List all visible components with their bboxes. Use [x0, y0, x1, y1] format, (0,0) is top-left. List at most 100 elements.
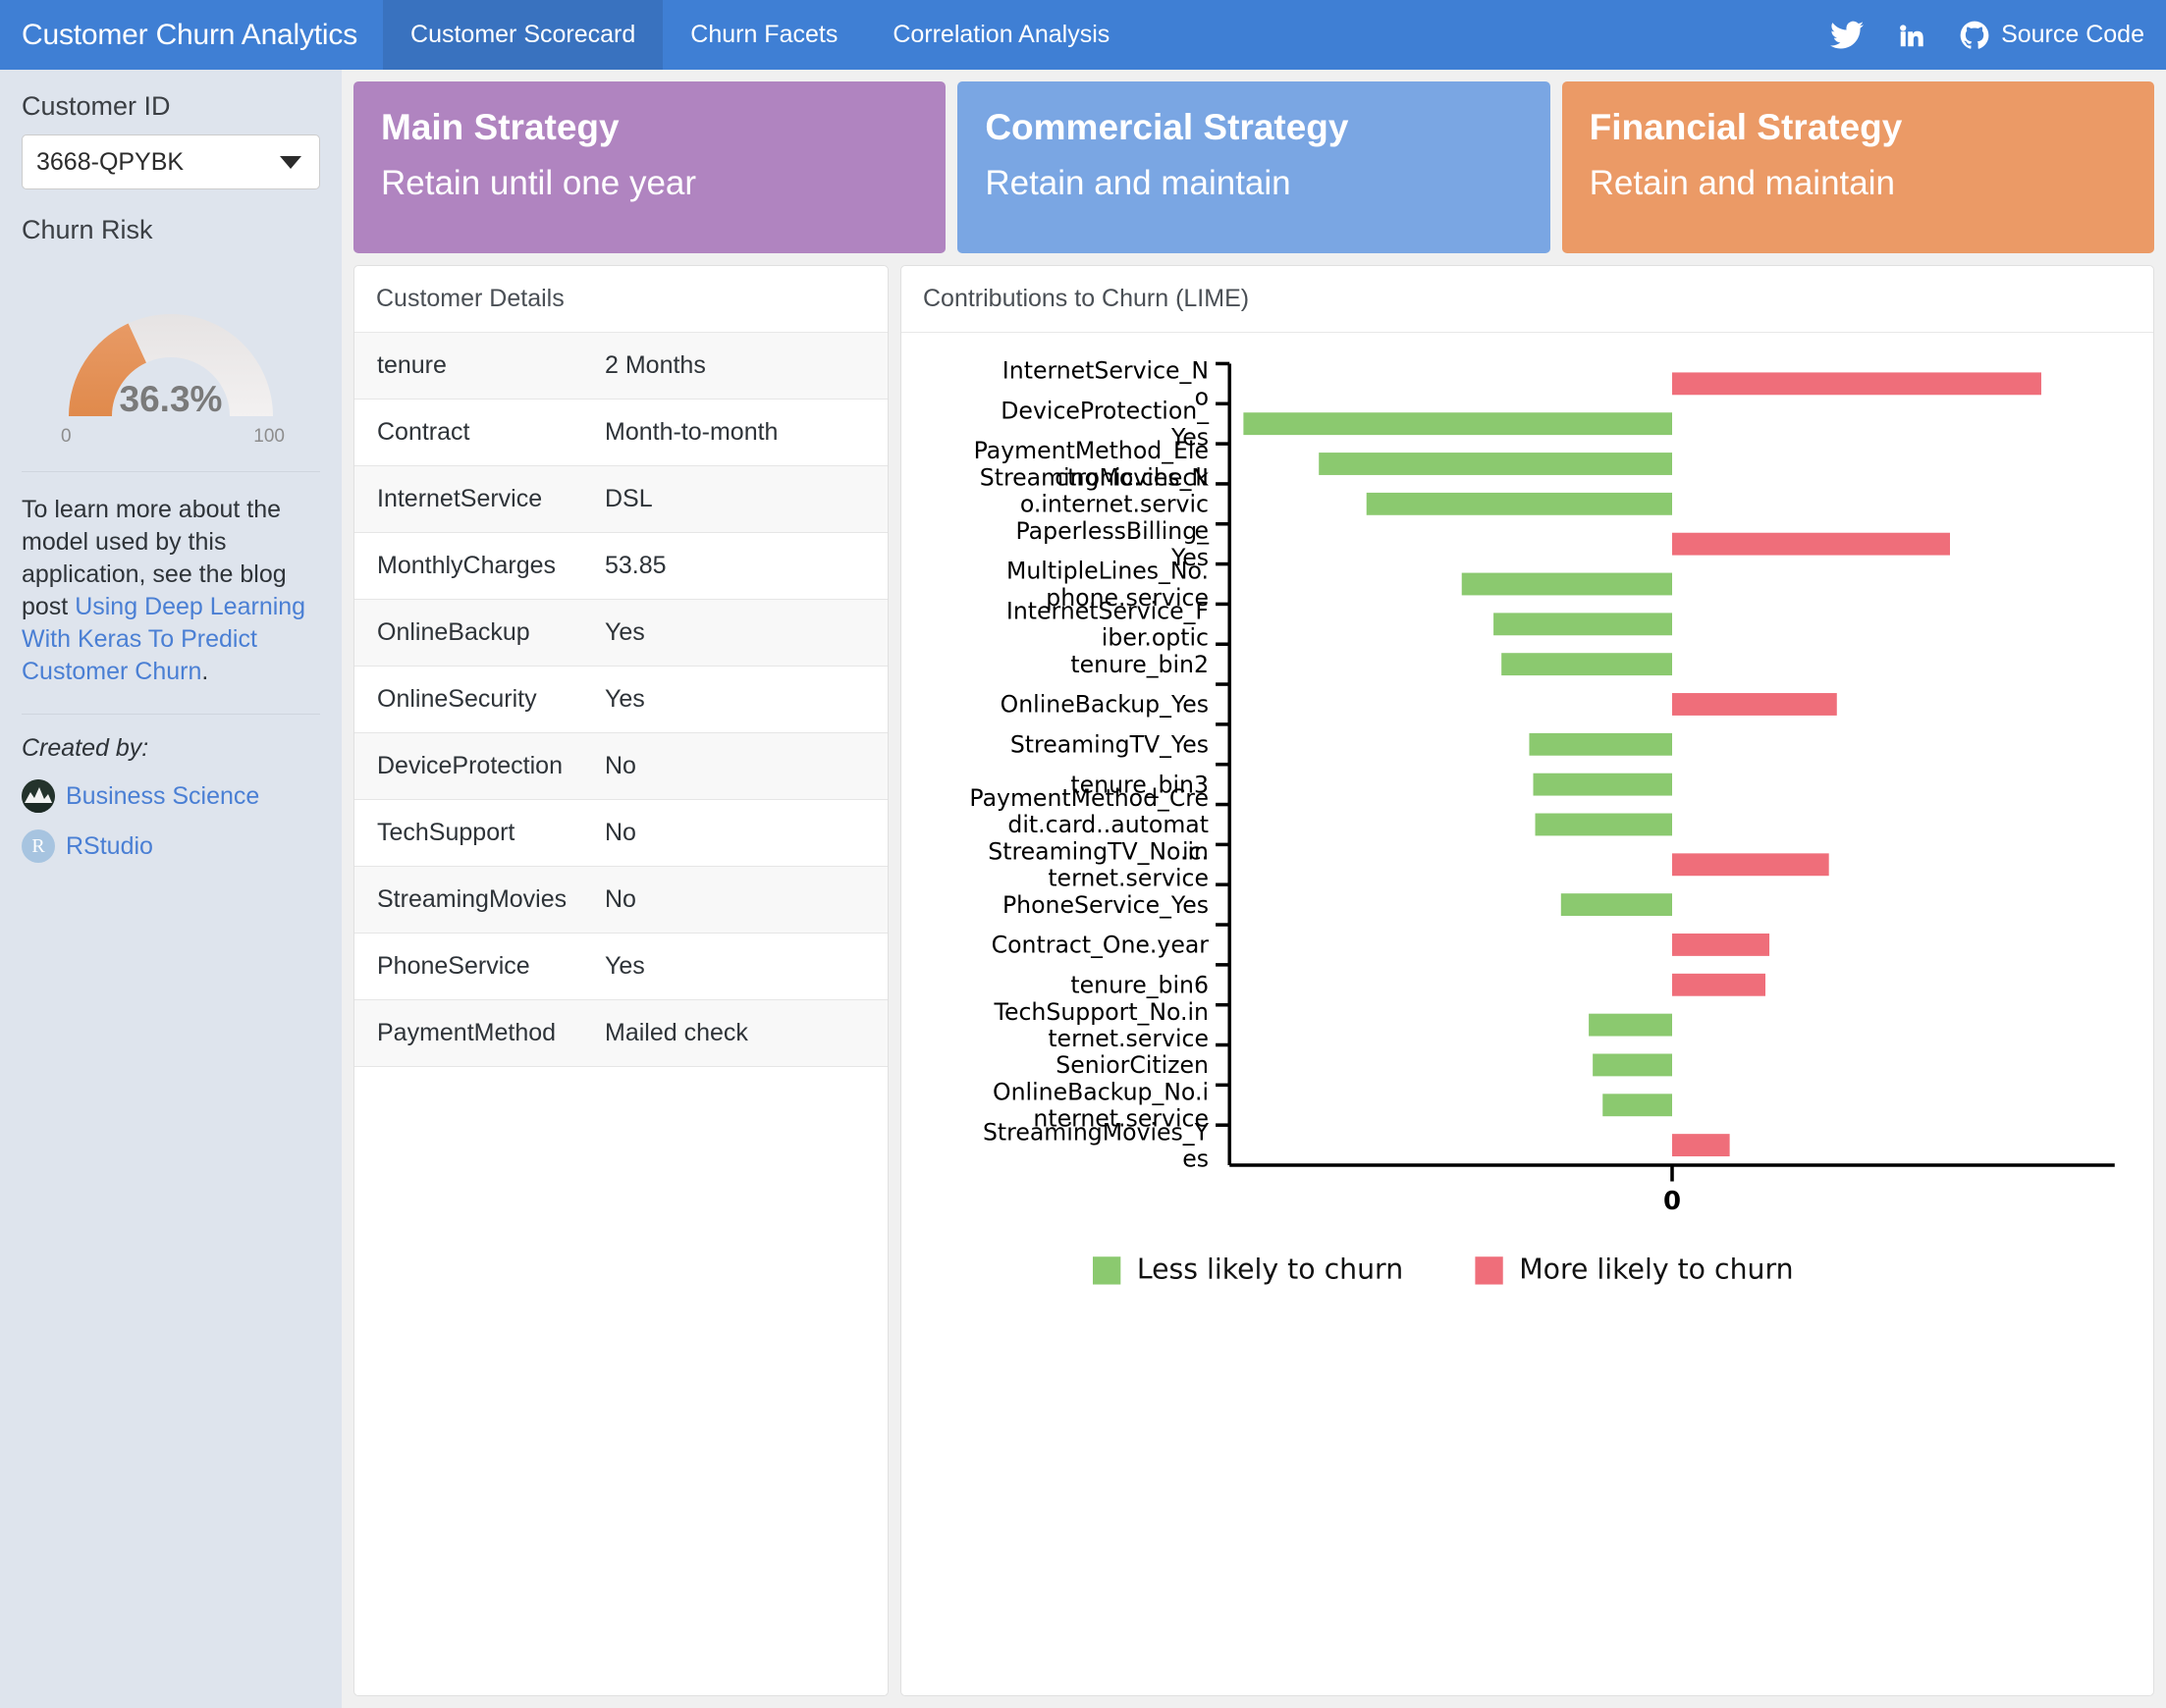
- gauge-max-label: 100: [253, 426, 285, 448]
- table-row: StreamingMoviesNo: [354, 867, 888, 934]
- customer-details-panel: Customer Details tenure2 MonthsContractM…: [353, 265, 889, 1696]
- table-row: OnlineBackupYes: [354, 600, 888, 667]
- gauge-value-text: 36.3%: [43, 379, 298, 420]
- lime-chart-body: 0InternetService_NoDeviceProtection_YesP…: [901, 333, 2153, 1695]
- detail-value: Month-to-month: [605, 400, 888, 466]
- lime-chart-svg: 0InternetService_NoDeviceProtection_YesP…: [919, 354, 2136, 1695]
- detail-key: PaymentMethod: [354, 1000, 605, 1067]
- card-text: Retain until one year: [381, 164, 918, 203]
- customer-details-body: tenure2 MonthsContractMonth-to-monthInte…: [354, 333, 888, 1695]
- lime-bar: [1672, 1134, 1730, 1156]
- detail-key: MonthlyCharges: [354, 533, 605, 600]
- lime-bar: [1672, 372, 2041, 395]
- lime-bar: [1529, 733, 1672, 756]
- panel-title: Contributions to Churn (LIME): [901, 266, 2153, 333]
- table-row: InternetServiceDSL: [354, 466, 888, 533]
- tab-label: Churn Facets: [690, 21, 838, 49]
- detail-key: OnlineSecurity: [354, 667, 605, 733]
- detail-value: Yes: [605, 934, 888, 1000]
- lime-panel: Contributions to Churn (LIME) 0InternetS…: [900, 265, 2154, 1696]
- blurb-suffix: .: [201, 658, 208, 685]
- lime-bar: [1319, 453, 1672, 475]
- legend-label: Less likely to churn: [1137, 1254, 1403, 1286]
- detail-key: StreamingMovies: [354, 867, 605, 934]
- table-row: OnlineSecurityYes: [354, 667, 888, 733]
- customer-details-table: tenure2 MonthsContractMonth-to-monthInte…: [354, 333, 888, 1067]
- divider: [22, 471, 320, 472]
- lime-bar: [1672, 853, 1829, 876]
- detail-key: OnlineBackup: [354, 600, 605, 667]
- detail-value: No: [605, 800, 888, 867]
- detail-key: tenure: [354, 333, 605, 400]
- main-content: Main Strategy Retain until one year Comm…: [342, 70, 2166, 1708]
- gauge-min-label: 0: [61, 426, 72, 448]
- lime-bar: [1672, 974, 1765, 996]
- legend-swatch: [1475, 1256, 1502, 1284]
- created-by-label: Created by:: [22, 734, 320, 763]
- divider: [22, 714, 320, 715]
- tab-churn-facets[interactable]: Churn Facets: [663, 0, 865, 70]
- panels-row: Customer Details tenure2 MonthsContractM…: [353, 265, 2154, 1708]
- business-science-logo-icon: [22, 779, 55, 813]
- card-title: Financial Strategy: [1590, 107, 2127, 148]
- y-axis-label: tenure_bin2: [1070, 651, 1209, 678]
- credit-business-science[interactable]: Business Science: [22, 779, 320, 813]
- lime-bar: [1672, 693, 1837, 716]
- churn-risk-gauge: 36.3% 0 100: [43, 273, 298, 422]
- app-brand-title: Customer Churn Analytics: [0, 0, 383, 70]
- card-title: Main Strategy: [381, 107, 918, 148]
- tab-customer-scorecard[interactable]: Customer Scorecard: [383, 0, 663, 70]
- credit-rstudio[interactable]: R RStudio: [22, 829, 320, 863]
- lime-bar: [1536, 814, 1672, 836]
- table-row: ContractMonth-to-month: [354, 400, 888, 466]
- y-axis-label: TechSupport_No.internet.service: [994, 998, 1209, 1052]
- navbar-right-links: Source Code: [1830, 0, 2166, 70]
- detail-value: No: [605, 867, 888, 934]
- model-blurb: To learn more about the model used by th…: [22, 494, 320, 688]
- lime-bar: [1602, 1094, 1672, 1116]
- business-science-link[interactable]: Business Science: [66, 782, 259, 811]
- lime-bar: [1462, 573, 1672, 596]
- detail-value: No: [605, 733, 888, 800]
- chevron-down-icon: [280, 156, 301, 169]
- zero-tick-label: 0: [1663, 1187, 1681, 1216]
- twitter-icon[interactable]: [1830, 21, 1864, 50]
- y-axis-label: OnlineBackup_Yes: [1001, 691, 1209, 719]
- legend-swatch: [1093, 1256, 1120, 1284]
- lime-bar: [1367, 493, 1672, 515]
- detail-key: TechSupport: [354, 800, 605, 867]
- detail-key: Contract: [354, 400, 605, 466]
- detail-value: Yes: [605, 667, 888, 733]
- card-financial-strategy: Financial Strategy Retain and maintain: [1562, 81, 2154, 253]
- detail-value: Yes: [605, 600, 888, 667]
- strategy-cards: Main Strategy Retain until one year Comm…: [353, 81, 2154, 253]
- y-axis-label: PhoneService_Yes: [1002, 891, 1209, 919]
- lime-bar: [1534, 774, 1672, 796]
- lime-bar: [1593, 1053, 1672, 1076]
- lime-chart: 0InternetService_NoDeviceProtection_YesP…: [901, 333, 2153, 1695]
- lime-bar: [1243, 412, 1672, 435]
- source-code-link[interactable]: Source Code: [1960, 21, 2144, 50]
- rstudio-link[interactable]: RStudio: [66, 832, 153, 861]
- tab-label: Customer Scorecard: [410, 21, 635, 49]
- customer-id-select[interactable]: 3668-QPYBK: [22, 134, 320, 189]
- linkedin-icon[interactable]: [1897, 21, 1926, 50]
- table-row: tenure2 Months: [354, 333, 888, 400]
- lime-bar: [1672, 934, 1769, 956]
- tab-correlation-analysis[interactable]: Correlation Analysis: [865, 0, 1137, 70]
- lime-bar: [1501, 653, 1672, 675]
- customer-id-label: Customer ID: [22, 91, 320, 122]
- navbar: Customer Churn Analytics Customer Scorec…: [0, 0, 2166, 70]
- rstudio-logo-icon: R: [22, 829, 55, 863]
- table-row: DeviceProtectionNo: [354, 733, 888, 800]
- y-axis-label: InternetService_Fiber.optic: [1006, 598, 1209, 652]
- rstudio-glyph: R: [31, 835, 44, 858]
- card-title: Commercial Strategy: [985, 107, 1522, 148]
- detail-key: InternetService: [354, 466, 605, 533]
- customer-id-value: 3668-QPYBK: [36, 148, 184, 177]
- source-code-label: Source Code: [2001, 21, 2144, 49]
- legend-label: More likely to churn: [1519, 1254, 1793, 1286]
- card-text: Retain and maintain: [1590, 164, 2127, 203]
- github-icon: [1960, 21, 1989, 50]
- table-row: PhoneServiceYes: [354, 934, 888, 1000]
